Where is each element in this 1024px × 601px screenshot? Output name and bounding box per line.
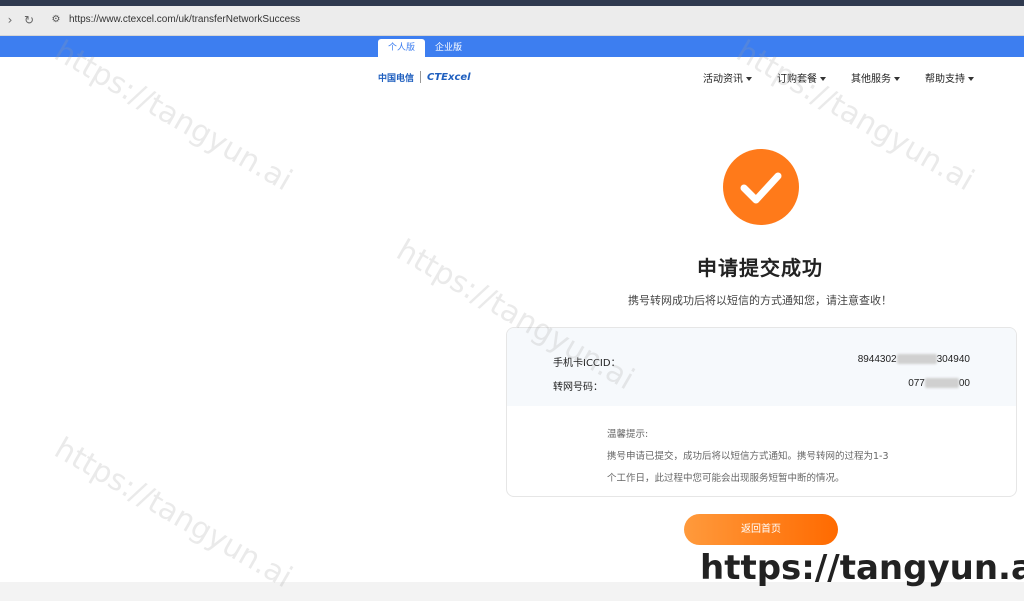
success-message: 携号转网成功后将以短信的方式通知您，请注意查收！ <box>628 294 892 307</box>
nav-other-services[interactable]: 其他服务 <box>851 70 900 85</box>
logo-divider <box>420 71 422 83</box>
watermark-banner: https://tangyun.ai <box>700 548 1024 588</box>
back-home-button[interactable]: 返回首页 <box>684 514 838 545</box>
reload-icon[interactable]: ↻ <box>21 12 37 28</box>
number-value: 077 00 <box>908 378 970 389</box>
details-card: 手机卡ICCID： 8944302 304940 转网号码： 077 00 温馨提示… <box>506 327 1017 497</box>
iccid-value-end: 304940 <box>936 354 970 365</box>
details-summary: 手机卡ICCID： 8944302 304940 转网号码： 077 00 <box>507 328 1016 406</box>
site-settings-icon[interactable]: ⚙ <box>49 13 63 27</box>
iccid-value: 8944302 304940 <box>858 354 970 365</box>
success-check-icon <box>723 149 799 225</box>
chevron-down-icon <box>820 77 826 81</box>
nav-plans[interactable]: 订购套餐 <box>777 70 826 85</box>
china-telecom-logo: 中国电信 <box>378 73 415 84</box>
browser-address-bar[interactable]: › ↻ ⚙ https://www.ctexcel.com/uk/transfe… <box>0 6 1024 36</box>
nav-help-label: 帮助支持 <box>925 74 965 85</box>
redacted-block <box>896 354 937 365</box>
chevron-down-icon <box>894 77 900 81</box>
number-value-end: 00 <box>958 378 970 389</box>
number-value-start: 077 <box>908 378 925 389</box>
site-top-bar: 个人版 企业版 <box>0 36 1024 57</box>
tips-title: 温馨提示: <box>607 429 649 440</box>
tips-section: 温馨提示: 携号申请已提交，成功后将以短信方式通知。携号转网的过程为1-3 个工… <box>607 424 927 490</box>
redacted-block <box>924 378 959 389</box>
tab-personal[interactable]: 个人版 <box>378 39 426 57</box>
nav-activities-label: 活动资讯 <box>703 74 743 85</box>
page-title: 申请提交成功 <box>697 256 823 280</box>
forward-icon[interactable]: › <box>2 12 18 28</box>
nav-plans-label: 订购套餐 <box>777 74 817 85</box>
iccid-value-start: 8944302 <box>857 354 897 365</box>
iccid-label: 手机卡ICCID： <box>553 358 621 369</box>
number-label: 转网号码： <box>553 382 603 393</box>
nav-help[interactable]: 帮助支持 <box>925 70 974 85</box>
chevron-down-icon <box>746 77 752 81</box>
tips-line: 个工作日，此过程中您可能会出现服务短暂中断的情况。 <box>607 473 845 484</box>
ctexcel-logo: CTExcel <box>427 71 471 83</box>
site-header: 中国电信 CTExcel 活动资讯 订购套餐 其他服务 帮助支持 <box>0 57 1024 97</box>
tab-enterprise[interactable]: 企业版 <box>425 39 472 57</box>
chevron-down-icon <box>968 77 974 81</box>
nav-other-services-label: 其他服务 <box>851 74 891 85</box>
site-logo[interactable]: 中国电信 CTExcel <box>378 69 471 85</box>
nav-activities[interactable]: 活动资讯 <box>703 70 752 85</box>
watermark: https://tangyun.ai <box>48 431 298 596</box>
tips-line: 携号申请已提交，成功后将以短信方式通知。携号转网的过程为1-3 <box>607 451 889 462</box>
url-text[interactable]: https://www.ctexcel.com/uk/transferNetwo… <box>69 14 300 25</box>
